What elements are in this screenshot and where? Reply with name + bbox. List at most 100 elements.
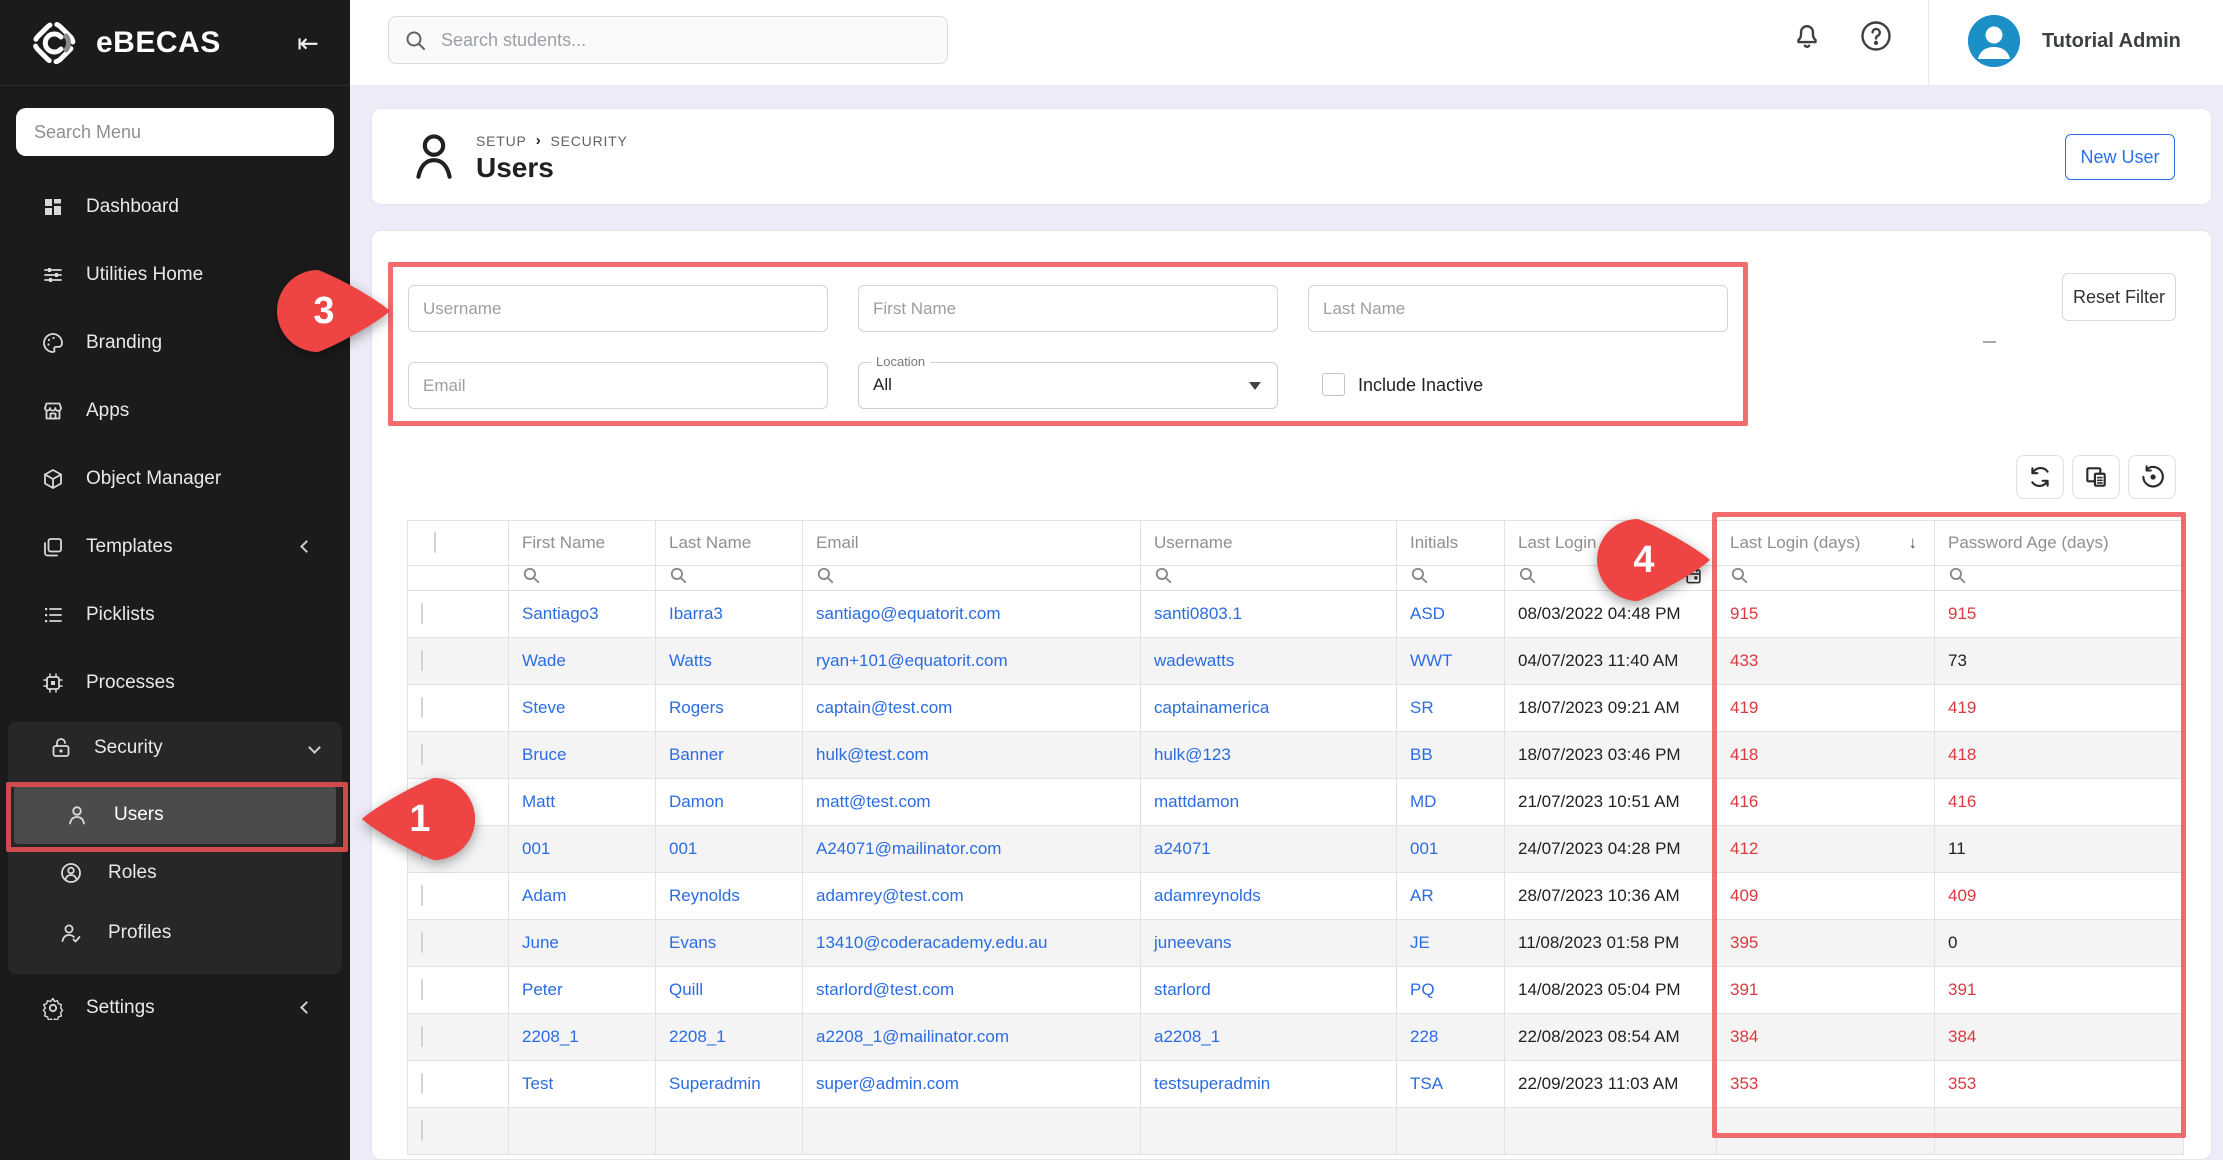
avatar[interactable] [1968, 15, 2020, 67]
cell-last-name[interactable]: 001 [656, 826, 803, 873]
cell-email[interactable]: captain@test.com [803, 685, 1141, 732]
cell-initials[interactable]: MD [1397, 779, 1505, 826]
cell-last-name[interactable]: Superadmin [656, 1061, 803, 1108]
cell-last-name[interactable]: Watts [656, 638, 803, 685]
cell-first-name[interactable]: 2208_1 [509, 1014, 656, 1061]
location-select[interactable]: Location All [858, 362, 1278, 409]
sidebar-item-settings[interactable]: Settings [0, 982, 350, 1034]
cell-first-name[interactable]: 001 [509, 826, 656, 873]
row-checkbox[interactable] [421, 1073, 423, 1094]
cell-initials[interactable]: 228 [1397, 1014, 1505, 1061]
sidebar-search-input[interactable] [16, 108, 334, 156]
row-checkbox[interactable] [421, 603, 423, 624]
cell-initials[interactable]: TSA [1397, 1061, 1505, 1108]
cell-username[interactable]: wadewatts [1141, 638, 1397, 685]
cell-username[interactable]: santi0803.1 [1141, 591, 1397, 638]
copy-grid-button[interactable] [2072, 455, 2120, 499]
row-checkbox[interactable] [421, 885, 423, 906]
column-filter-last_name[interactable] [656, 566, 803, 591]
cell-last-name[interactable]: Ibarra3 [656, 591, 803, 638]
cell-last-name[interactable]: Quill [656, 967, 803, 1014]
sidebar-item-templates[interactable]: Templates [0, 521, 350, 573]
column-filter-username[interactable] [1141, 566, 1397, 591]
cell-initials[interactable]: JE [1397, 920, 1505, 967]
select-all-checkbox[interactable] [434, 532, 436, 553]
sidebar-item-apps[interactable]: Apps [0, 385, 350, 437]
cell-last-name[interactable] [656, 1108, 803, 1155]
cell-first-name[interactable]: Bruce [509, 732, 656, 779]
row-checkbox[interactable] [421, 744, 423, 765]
cell-username[interactable]: captainamerica [1141, 685, 1397, 732]
row-checkbox[interactable] [421, 1026, 423, 1047]
cell-first-name[interactable]: Steve [509, 685, 656, 732]
sidebar-item-processes[interactable]: Processes [0, 657, 350, 709]
notifications-bell-icon[interactable] [1790, 18, 1834, 62]
cell-email[interactable]: A24071@mailinator.com [803, 826, 1141, 873]
sidebar-collapse-icon[interactable]: ⇤ [290, 26, 326, 62]
cell-username[interactable]: adamreynolds [1141, 873, 1397, 920]
sidebar-item-security[interactable]: Security [8, 722, 342, 774]
cell-initials[interactable]: 001 [1397, 826, 1505, 873]
cell-first-name[interactable]: Test [509, 1061, 656, 1108]
reset-filter-button[interactable]: Reset Filter [2062, 273, 2176, 321]
cell-email[interactable]: super@admin.com [803, 1061, 1141, 1108]
cell-first-name[interactable]: Matt [509, 779, 656, 826]
column-header-email[interactable]: Email [803, 521, 1141, 566]
cell-username[interactable]: mattdamon [1141, 779, 1397, 826]
cell-username[interactable]: a24071 [1141, 826, 1397, 873]
cell-initials[interactable] [1397, 1108, 1505, 1155]
column-header-username[interactable]: Username [1141, 521, 1397, 566]
cell-last-name[interactable]: Damon [656, 779, 803, 826]
cell-last-name[interactable]: Banner [656, 732, 803, 779]
breadcrumb-setup[interactable]: SETUP [476, 133, 527, 149]
cell-email[interactable]: santiago@equatorit.com [803, 591, 1141, 638]
cell-last-name[interactable]: Evans [656, 920, 803, 967]
filter-first-name-input[interactable] [858, 285, 1278, 332]
column-filter-last_login_days[interactable] [1717, 566, 1935, 591]
cell-initials[interactable]: ASD [1397, 591, 1505, 638]
sidebar-item-users[interactable]: Users [14, 786, 336, 844]
cell-first-name[interactable]: Santiago3 [509, 591, 656, 638]
cell-username[interactable]: juneevans [1141, 920, 1397, 967]
cell-first-name[interactable]: Adam [509, 873, 656, 920]
cell-email[interactable]: adamrey@test.com [803, 873, 1141, 920]
cell-username[interactable]: testsuperadmin [1141, 1061, 1397, 1108]
breadcrumb-security[interactable]: SECURITY [550, 133, 627, 149]
include-inactive-checkbox[interactable] [1322, 373, 1345, 396]
cell-username[interactable]: hulk@123 [1141, 732, 1397, 779]
cell-first-name[interactable]: Peter [509, 967, 656, 1014]
cell-last-name[interactable]: Rogers [656, 685, 803, 732]
row-checkbox[interactable] [421, 932, 423, 953]
cell-initials[interactable]: BB [1397, 732, 1505, 779]
column-header-last_name[interactable]: Last Name [656, 521, 803, 566]
column-header-first_name[interactable]: First Name [509, 521, 656, 566]
column-header-initials[interactable]: Initials [1397, 521, 1505, 566]
row-checkbox[interactable] [421, 697, 423, 718]
row-checkbox[interactable] [421, 650, 423, 671]
cell-email[interactable]: 13410@coderacademy.edu.au [803, 920, 1141, 967]
row-checkbox[interactable] [421, 1120, 423, 1141]
cell-first-name[interactable]: Wade [509, 638, 656, 685]
column-filter-password_age_days[interactable] [1935, 566, 2184, 591]
cell-username[interactable]: starlord [1141, 967, 1397, 1014]
cell-initials[interactable]: SR [1397, 685, 1505, 732]
cell-last-name[interactable]: 2208_1 [656, 1014, 803, 1061]
restore-layout-button[interactable] [2128, 455, 2176, 499]
cell-initials[interactable]: AR [1397, 873, 1505, 920]
sidebar-item-profiles[interactable]: Profiles [8, 907, 342, 959]
cell-last-name[interactable]: Reynolds [656, 873, 803, 920]
sidebar-item-picklists[interactable]: Picklists [0, 589, 350, 641]
cell-email[interactable]: a2208_1@mailinator.com [803, 1014, 1141, 1061]
refresh-button[interactable] [2016, 455, 2064, 499]
row-checkbox[interactable] [421, 979, 423, 1000]
cell-initials[interactable]: WWT [1397, 638, 1505, 685]
cell-username[interactable]: a2208_1 [1141, 1014, 1397, 1061]
cell-email[interactable]: starlord@test.com [803, 967, 1141, 1014]
cell-username[interactable] [1141, 1108, 1397, 1155]
column-filter-first_name[interactable] [509, 566, 656, 591]
sidebar-item-roles[interactable]: Roles [8, 847, 342, 899]
column-filter-email[interactable] [803, 566, 1141, 591]
cell-email[interactable] [803, 1108, 1141, 1155]
cell-first-name[interactable]: June [509, 920, 656, 967]
column-header-last_login_days[interactable]: Last Login (days)↓ [1717, 521, 1935, 566]
